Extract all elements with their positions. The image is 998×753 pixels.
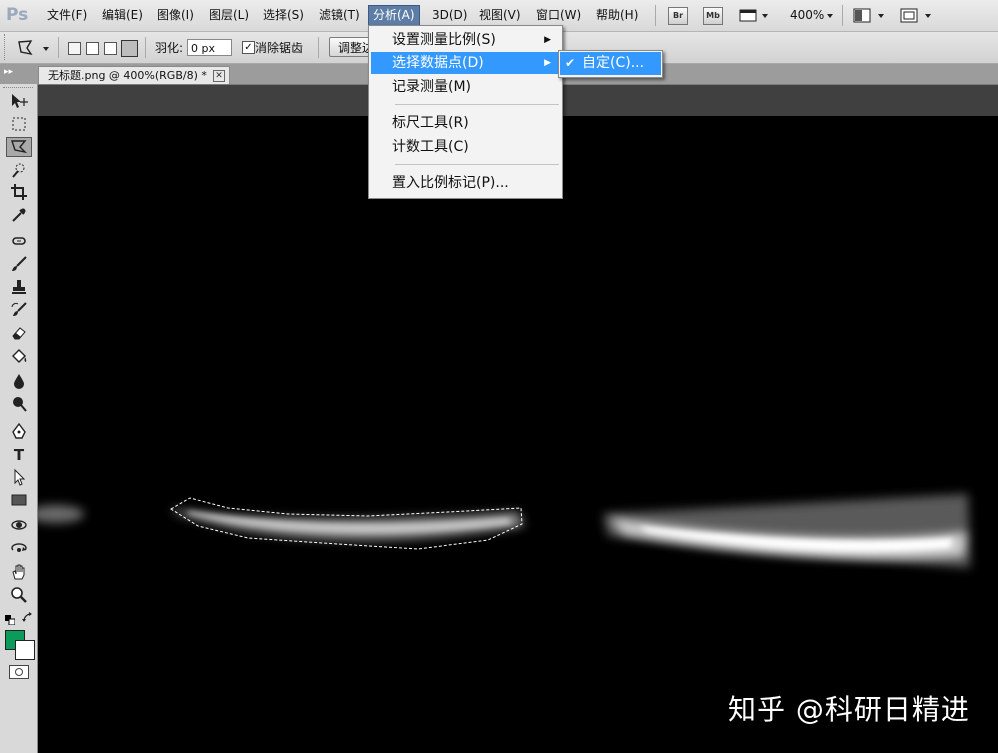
menu-filter[interactable]: 滤镜(T) (315, 6, 364, 25)
subtract-selection-icon[interactable] (104, 42, 117, 55)
brush-tool-icon[interactable] (6, 255, 32, 275)
background-color-swatch[interactable] (15, 640, 35, 660)
menu-window[interactable]: 窗口(W) (532, 6, 585, 25)
3d-orbit-tool-icon[interactable] (6, 539, 32, 559)
antialias-label: 消除锯齿 (255, 41, 304, 55)
menu-item-place-scale-marker[interactable]: 置入比例标记(P)... (371, 172, 560, 194)
options-separator (145, 37, 146, 58)
submenu-arrow-icon: ▶ (544, 58, 551, 68)
eraser-tool-icon[interactable] (6, 324, 32, 344)
dodge-tool-icon[interactable] (6, 395, 32, 415)
crop-tool-icon[interactable] (6, 183, 32, 203)
options-separator (58, 37, 59, 58)
menu-item-custom[interactable]: ✔ 自定(C)... (560, 52, 661, 75)
rectangle-tool-icon[interactable] (6, 491, 32, 511)
zoom-level[interactable]: 400% (790, 7, 824, 24)
feather-input[interactable]: 0 px (187, 39, 232, 56)
tools-panel: T (0, 84, 38, 753)
menu-separator (842, 5, 843, 26)
menu-item-label: 自定(C)... (582, 55, 645, 71)
marquee-tool-icon[interactable] (6, 115, 32, 135)
close-icon[interactable]: ✕ (213, 70, 225, 82)
menu-item-set-measurement-scale[interactable]: 设置测量比例(S) ▶ (371, 29, 560, 51)
feather-label: 羽化: (155, 41, 184, 55)
quick-selection-tool-icon[interactable] (6, 161, 32, 181)
new-selection-icon[interactable] (68, 42, 81, 55)
arrange-documents-icon[interactable] (853, 7, 887, 24)
menu-item-label: 设置测量比例(S) (392, 32, 496, 48)
tool-preset-picker[interactable] (14, 38, 54, 58)
menu-item-ruler-tool[interactable]: 标尺工具(R) (371, 112, 560, 134)
eyedropper-tool-icon[interactable] (6, 206, 32, 226)
menu-separator (655, 5, 656, 26)
gel-bands-image (38, 494, 970, 568)
quick-mask-icon[interactable] (9, 665, 29, 679)
collapse-panel-icon[interactable]: ▸▸ (4, 67, 13, 77)
menu-item-count-tool[interactable]: 计数工具(C) (371, 136, 560, 158)
menu-help[interactable]: 帮助(H) (592, 6, 642, 25)
document-tab[interactable]: 无标题.png @ 400%(RGB/8) * ✕ (38, 66, 230, 84)
paint-bucket-tool-icon[interactable] (6, 348, 32, 368)
path-selection-tool-icon[interactable] (6, 468, 32, 488)
bridge-button[interactable]: Br (668, 7, 688, 25)
options-grip (4, 34, 9, 60)
menu-item-select-data-points[interactable]: 选择数据点(D) ▶ (371, 52, 560, 74)
menu-item-record-measurements[interactable]: 记录测量(M) (371, 76, 560, 98)
menu-item-label: 选择数据点(D) (392, 55, 484, 71)
polygonal-lasso-tool-icon[interactable] (6, 137, 32, 157)
swap-colors-icon[interactable] (22, 612, 34, 624)
default-colors-icon[interactable] (5, 614, 16, 626)
menu-view[interactable]: 视图(V) (475, 6, 525, 25)
menu-analysis[interactable]: 分析(A) (368, 5, 420, 26)
options-separator (318, 37, 319, 58)
clone-stamp-tool-icon[interactable] (6, 278, 32, 298)
chevron-down-icon[interactable] (826, 7, 834, 24)
type-tool-icon[interactable]: T (6, 445, 32, 465)
menu-separator (395, 164, 559, 165)
intersect-selection-icon[interactable] (121, 40, 138, 57)
move-tool-icon[interactable] (6, 92, 32, 112)
submenu-arrow-icon: ▶ (544, 35, 551, 45)
document-canvas[interactable]: 知乎 @科研日精进 (38, 116, 998, 753)
screen-mode-icon[interactable] (900, 7, 934, 24)
history-brush-tool-icon[interactable] (6, 301, 32, 321)
zoom-tool-icon[interactable] (6, 586, 32, 606)
menu-edit[interactable]: 编辑(E) (98, 6, 147, 25)
menu-3d[interactable]: 3D(D) (428, 6, 471, 25)
analysis-menu: 设置测量比例(S) ▶ 选择数据点(D) ▶ 记录测量(M) 标尺工具(R) 计… (368, 25, 563, 199)
select-data-points-submenu: ✔ 自定(C)... (558, 50, 663, 78)
watermark-text: 知乎 @科研日精进 (728, 693, 970, 726)
menu-separator (395, 104, 559, 105)
photoshop-logo: Ps (6, 5, 29, 25)
add-to-selection-icon[interactable] (86, 42, 99, 55)
menu-file[interactable]: 文件(F) (43, 6, 91, 25)
tools-panel-grip[interactable] (3, 87, 33, 91)
document-tab-title: 无标题.png @ 400%(RGB/8) * (48, 69, 207, 82)
mini-bridge-button[interactable]: Mb (703, 7, 723, 25)
polygonal-lasso-icon (18, 40, 49, 56)
menu-layer[interactable]: 图层(L) (205, 6, 253, 25)
checkmark-icon: ✔ (565, 56, 576, 70)
hand-tool-icon[interactable] (6, 563, 32, 583)
blur-tool-icon[interactable] (6, 372, 32, 392)
menu-select[interactable]: 选择(S) (259, 6, 308, 25)
pen-tool-icon[interactable] (6, 422, 32, 442)
healing-brush-tool-icon[interactable] (6, 232, 32, 252)
menu-image[interactable]: 图像(I) (153, 6, 198, 25)
3d-rotate-tool-icon[interactable] (6, 516, 32, 536)
extras-icon[interactable] (739, 7, 769, 24)
antialias-checkbox[interactable]: ✓ (242, 41, 255, 54)
